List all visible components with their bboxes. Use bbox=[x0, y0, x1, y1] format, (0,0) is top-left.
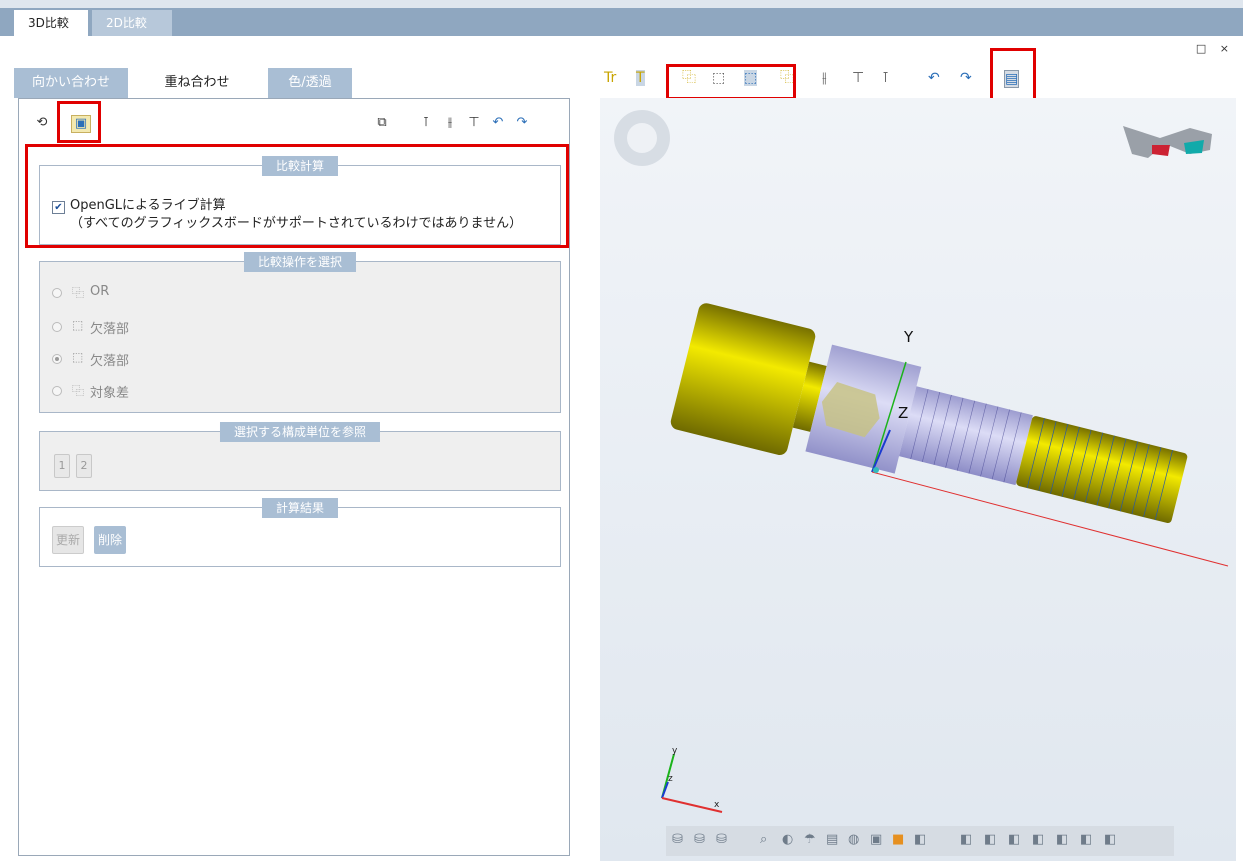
units-title: 選択する構成単位を参照 bbox=[219, 422, 381, 442]
3d-viewport[interactable]: Y Z y z x bbox=[600, 98, 1236, 861]
op-label-sym-diff: 対象差 bbox=[90, 386, 130, 401]
view-iso-icon[interactable]: ◧ bbox=[1104, 832, 1116, 847]
triad-label-z: z bbox=[668, 774, 673, 784]
top-strip bbox=[0, 0, 1243, 8]
sym-diff-icon: ⿻ bbox=[72, 384, 85, 398]
radio-missing-1[interactable] bbox=[52, 322, 62, 332]
panel-toolbar: ⟲ ▣ ⧉ ⊺ ⫲ ⊤ ↶ ↷ bbox=[19, 99, 569, 139]
model-scene bbox=[614, 110, 1229, 813]
shaded-icon[interactable]: ⛁ bbox=[672, 832, 683, 847]
close-icon[interactable]: × bbox=[1220, 42, 1229, 55]
stereo-glasses-icon[interactable] bbox=[1123, 126, 1212, 158]
tab-3d-compare[interactable]: 3D比較 bbox=[14, 10, 88, 36]
view-bottom-icon[interactable]: ◧ bbox=[1080, 832, 1092, 847]
iso-icon[interactable]: ◧ bbox=[914, 832, 926, 847]
missing-1-icon: ⬚ bbox=[72, 318, 84, 332]
sphere-icon[interactable]: ◍ bbox=[848, 832, 859, 847]
view-front-icon[interactable]: ◧ bbox=[960, 832, 972, 847]
hidden-icon[interactable]: ⛁ bbox=[716, 832, 727, 847]
delete-button[interactable]: 削除 bbox=[94, 526, 127, 554]
highlight-calc-section bbox=[25, 144, 569, 248]
tab-overlay[interactable]: 重ね合わせ bbox=[132, 68, 262, 98]
display-icon[interactable]: ▤ bbox=[826, 832, 838, 847]
triad-label-x: x bbox=[714, 800, 720, 810]
plane-tool-icon[interactable]: ⊤ bbox=[852, 70, 864, 86]
zoom-icon[interactable]: ⌕ bbox=[760, 832, 767, 847]
stack-icon[interactable]: ⧉ bbox=[373, 115, 391, 131]
bolt-model bbox=[670, 303, 1188, 524]
pan-icon[interactable]: ☂ bbox=[804, 832, 816, 847]
overlay-panel: ⟲ ▣ ⧉ ⊺ ⫲ ⊤ ↶ ↷ 比較計算 ✔ OpenGLによるライブ計算 （す… bbox=[18, 98, 570, 856]
rotate-icon[interactable]: ⟲ bbox=[33, 115, 51, 131]
undo-view-icon[interactable]: ↶ bbox=[928, 70, 940, 86]
window-controls: □ × bbox=[1186, 42, 1229, 55]
wire-icon[interactable]: ⛁ bbox=[694, 832, 705, 847]
restore-icon[interactable]: □ bbox=[1196, 42, 1206, 55]
tab-facing[interactable]: 向かい合わせ bbox=[14, 68, 128, 98]
redo-view-icon[interactable]: ↷ bbox=[960, 70, 972, 86]
split-tool-icon[interactable]: ⫲ bbox=[822, 70, 827, 86]
box-icon[interactable]: ▣ bbox=[870, 832, 882, 847]
axis-label-y: Y bbox=[904, 328, 914, 346]
op-label-missing-1: 欠落部 bbox=[90, 322, 130, 337]
or-icon: ⿻ bbox=[72, 286, 85, 300]
highlight-op-tools bbox=[666, 64, 796, 100]
highlight-live-icon bbox=[57, 101, 101, 143]
split-icon[interactable]: ⫲ bbox=[441, 115, 459, 131]
view-back-icon[interactable]: ◧ bbox=[984, 832, 996, 847]
results-section: 計算結果 更新 削除 bbox=[39, 498, 561, 567]
triad-label-y: y bbox=[672, 746, 678, 756]
redo-icon[interactable]: ↷ bbox=[513, 115, 531, 131]
missing-2-icon: ⬚ bbox=[72, 350, 84, 364]
axis-label-z: Z bbox=[898, 404, 909, 422]
tab-2d-compare[interactable]: 2D比較 bbox=[92, 10, 172, 36]
op-label-or: OR bbox=[90, 284, 110, 299]
ops-title: 比較操作を選択 bbox=[243, 252, 357, 272]
units-section: 選択する構成単位を参照 1 2 bbox=[39, 422, 561, 491]
view-top-icon[interactable]: ◧ bbox=[1056, 832, 1068, 847]
unit-1-button[interactable]: 1 bbox=[54, 454, 70, 478]
section-tool-icon[interactable]: ⊺ bbox=[882, 70, 889, 86]
plane-icon[interactable]: ⊤ bbox=[465, 115, 483, 131]
view-right-icon[interactable]: ◧ bbox=[1032, 832, 1044, 847]
radio-missing-2[interactable] bbox=[52, 354, 62, 364]
ops-section: 比較操作を選択 ⿻ OR ⬚ 欠落部 ⬚ 欠落部 ⿻ 対象差 bbox=[39, 252, 561, 413]
radio-sym-diff[interactable] bbox=[52, 386, 62, 396]
results-title: 計算結果 bbox=[261, 498, 339, 518]
color-view-icon[interactable]: T bbox=[636, 70, 645, 86]
radio-or[interactable] bbox=[52, 288, 62, 298]
document-tab-bar: 3D比較 2D比較 bbox=[0, 8, 1243, 36]
op-label-missing-2: 欠落部 bbox=[90, 354, 130, 369]
fit-icon[interactable]: ◐ bbox=[782, 832, 793, 847]
unit-2-button[interactable]: 2 bbox=[76, 454, 92, 478]
top-view-icon[interactable]: Tr bbox=[604, 70, 616, 86]
undo-icon[interactable]: ↶ bbox=[489, 115, 507, 131]
update-button[interactable]: 更新 bbox=[52, 526, 85, 554]
tab-color-transparency[interactable]: 色/透過 bbox=[268, 68, 352, 98]
triad-x-line bbox=[661, 797, 723, 813]
view-left-icon[interactable]: ◧ bbox=[1008, 832, 1020, 847]
solid-icon[interactable]: ■ bbox=[892, 832, 904, 847]
section-plane-icon[interactable]: ⊺ bbox=[417, 115, 435, 131]
